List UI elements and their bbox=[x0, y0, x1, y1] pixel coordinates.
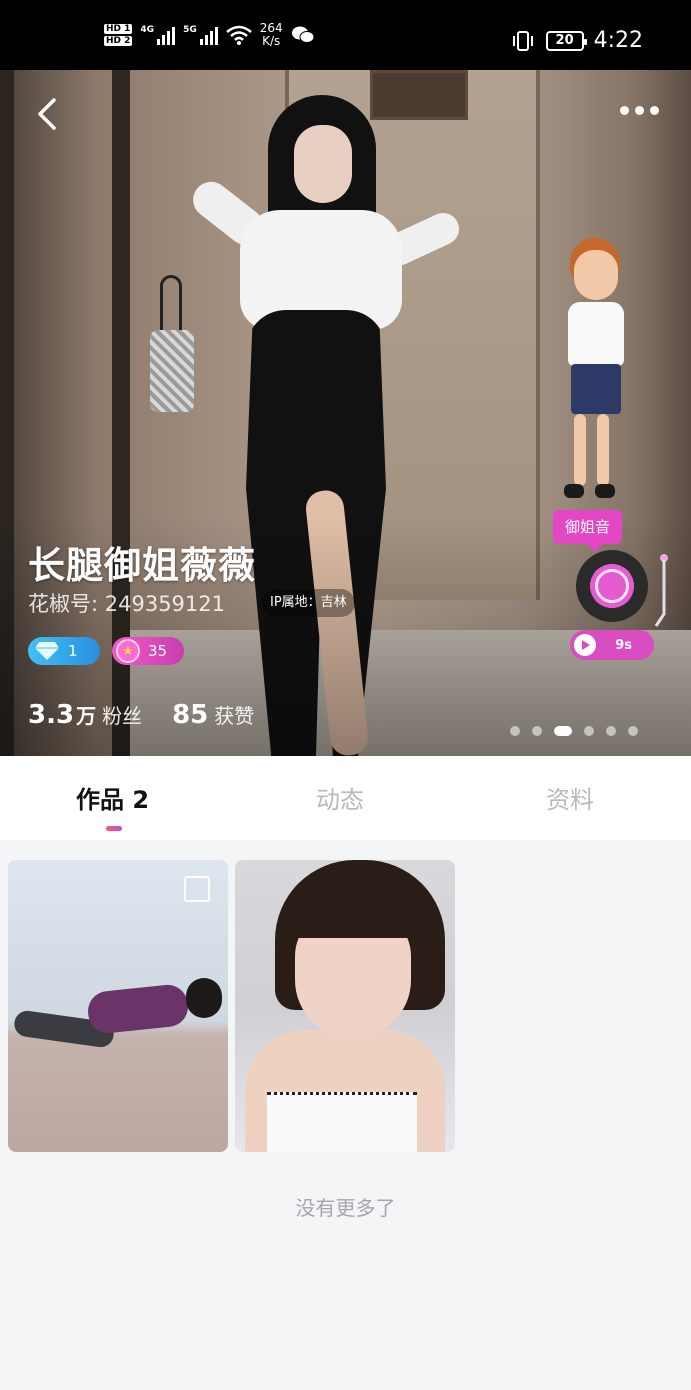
likes-count[interactable]: 85 bbox=[172, 700, 208, 730]
avatar-shoe-right bbox=[595, 484, 615, 498]
speed-unit: K/s bbox=[262, 34, 281, 48]
star-level: 35 bbox=[148, 642, 168, 660]
profile-tabs: 作品 2 动态 资料 bbox=[0, 756, 691, 840]
figure-face bbox=[294, 125, 352, 203]
status-bar: HD 1 HD 2 4G 5G 264 K/s 20 4:22 bbox=[0, 0, 691, 70]
likes-label: 获赞 bbox=[214, 704, 255, 728]
star-level-badge[interactable]: ★ 35 bbox=[112, 637, 184, 665]
carousel-indicator bbox=[510, 726, 638, 736]
carousel-dot[interactable] bbox=[554, 726, 572, 736]
diamond-icon bbox=[35, 642, 59, 660]
avatar-leg-left bbox=[574, 414, 586, 486]
carousel-dot[interactable] bbox=[510, 726, 520, 736]
vibrate-icon bbox=[512, 30, 533, 51]
avatar-head bbox=[574, 250, 618, 300]
status-bar-right: 20 4:22 bbox=[510, 28, 643, 53]
more-icon[interactable] bbox=[620, 106, 664, 118]
no-more-text: 没有更多了 bbox=[295, 1196, 396, 1220]
carousel-dot[interactable] bbox=[584, 726, 594, 736]
profile-stats: 3.3 万 粉丝 85 获赞 bbox=[28, 700, 254, 730]
tab-info[interactable]: 资料 bbox=[546, 780, 594, 815]
thumb2-bangs bbox=[281, 888, 421, 938]
carousel-dot[interactable] bbox=[606, 726, 616, 736]
work-thumbnail-2[interactable] bbox=[235, 860, 455, 1152]
ip-location-badge: IP属地：吉林 bbox=[262, 589, 355, 617]
wechat-icon bbox=[291, 26, 315, 43]
voice-tag[interactable]: 御姐音 bbox=[553, 510, 623, 552]
thumb1-head bbox=[186, 978, 222, 1018]
diamond-level-badge[interactable]: 1 bbox=[28, 637, 100, 665]
profile-name: 长腿御姐薇薇 bbox=[28, 544, 256, 587]
thumb2-top bbox=[267, 1092, 417, 1152]
clock: 4:22 bbox=[593, 28, 643, 53]
status-bar-left: HD 1 HD 2 4G 5G 264 K/s bbox=[104, 22, 315, 48]
carousel-dot[interactable] bbox=[532, 726, 542, 736]
avatar-shorts bbox=[571, 364, 621, 414]
voice-duration: 9s bbox=[615, 637, 632, 653]
vinyl-record-icon[interactable] bbox=[576, 550, 648, 622]
vent bbox=[370, 70, 468, 120]
tab-moments[interactable]: 动态 bbox=[316, 780, 364, 815]
tonearm-icon bbox=[654, 554, 668, 627]
net2-label: 5G bbox=[183, 25, 197, 35]
avatar-shoe-left bbox=[564, 484, 584, 498]
avatar-leg-right bbox=[597, 414, 609, 486]
fans-label: 粉丝 bbox=[102, 704, 143, 728]
hd-indicator: HD 1 HD 2 bbox=[104, 24, 133, 46]
fans-count[interactable]: 3.3 bbox=[28, 700, 74, 730]
hd1-label: HD 1 bbox=[104, 24, 133, 34]
tab-works[interactable]: 作品 2 bbox=[76, 780, 149, 815]
thumb1-dress bbox=[86, 982, 190, 1036]
carousel-dot[interactable] bbox=[628, 726, 638, 736]
signal-5g-icon: 5G bbox=[183, 25, 218, 45]
wifi-icon bbox=[225, 25, 252, 45]
avatar-body bbox=[568, 302, 624, 366]
active-tab-indicator bbox=[106, 826, 122, 831]
play-icon bbox=[574, 634, 596, 656]
voice-play-button[interactable]: 9s bbox=[570, 630, 654, 660]
network-speed: 264 K/s bbox=[260, 22, 283, 48]
battery-icon: 20 bbox=[545, 30, 587, 51]
signal-4g-icon: 4G bbox=[140, 25, 176, 45]
bag-strap bbox=[160, 275, 182, 335]
battery-level: 20 bbox=[555, 33, 574, 48]
works-grid: 没有更多了 bbox=[0, 840, 691, 1390]
work-thumbnail-1[interactable] bbox=[8, 860, 228, 1152]
hd2-label: HD 2 bbox=[104, 36, 133, 46]
diamond-level: 1 bbox=[68, 642, 78, 660]
profile-cover[interactable]: 御姐音 9s 长腿御姐薇薇 花椒号: 249359121 IP属地：吉林 1 ★… bbox=[0, 70, 691, 756]
select-checkbox[interactable] bbox=[184, 876, 210, 902]
star-icon: ★ bbox=[116, 639, 140, 663]
handbag bbox=[150, 330, 194, 412]
profile-id[interactable]: 花椒号: 249359121 bbox=[28, 588, 225, 618]
back-icon[interactable] bbox=[32, 96, 64, 132]
fans-unit: 万 bbox=[76, 704, 97, 728]
net1-label: 4G bbox=[140, 25, 155, 35]
